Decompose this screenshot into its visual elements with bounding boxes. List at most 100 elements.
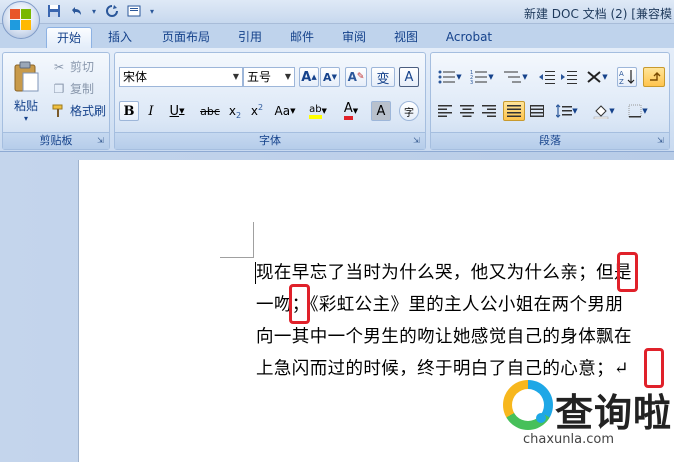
sort-button[interactable]: AZ (617, 67, 637, 87)
copy-button[interactable]: ❐ 复制 (51, 80, 94, 97)
shrink-font-label: A (323, 70, 332, 84)
italic-label: I (148, 103, 154, 119)
bold-label: B (123, 103, 135, 119)
tab-acrobat[interactable]: Acrobat (438, 27, 500, 48)
font-name-value: 宋体 (123, 70, 148, 84)
increase-indent-icon (561, 71, 577, 84)
bold-button[interactable]: B (119, 101, 139, 121)
paste-button[interactable]: 粘贴 ▾ (7, 57, 45, 127)
align-center-button[interactable] (457, 101, 477, 121)
font-name-dropdown[interactable]: 宋体 ▼ (119, 67, 243, 87)
align-center-icon (460, 105, 474, 117)
chevron-down-icon[interactable]: ▾ (90, 3, 98, 19)
shrink-font-button[interactable]: A ▼ (320, 67, 340, 87)
strikethrough-label: abc (200, 104, 220, 118)
redo-icon[interactable] (104, 3, 120, 19)
search-logo-icon (503, 380, 553, 430)
character-border-button[interactable]: A (399, 67, 419, 87)
format-painter-label: 格式刷 (70, 104, 107, 118)
justify-button[interactable] (503, 101, 525, 121)
enclose-characters-button[interactable]: 字 (399, 101, 419, 121)
clear-format-label: A (347, 70, 357, 84)
save-icon[interactable] (46, 3, 62, 19)
highlight-button[interactable]: ab ▼ (303, 101, 333, 121)
shading-button[interactable]: ▼ (589, 101, 619, 121)
cut-button[interactable]: ✂ 剪切 (51, 58, 94, 75)
font-group: 宋体 ▼ 五号 ▼ A ▲ A ▼ A ✎ 变 A B I U ▼ abc x … (114, 52, 426, 150)
bullets-button[interactable]: ▼ (435, 67, 465, 87)
window-title: 新建 DOC 文档 (2) [兼容模 (523, 7, 672, 21)
margin-corner-mark (253, 222, 254, 258)
tab-mailings[interactable]: 邮件 (280, 27, 324, 48)
chevron-down-icon: ▼ (232, 72, 240, 81)
chinese-layout-button[interactable]: ▼ (583, 67, 611, 87)
show-marks-button[interactable] (643, 67, 665, 87)
clear-format-button[interactable]: A ✎ (345, 67, 367, 87)
line-spacing-button[interactable]: ▼ (553, 101, 581, 121)
align-left-button[interactable] (435, 101, 455, 121)
office-logo-icon (10, 9, 32, 31)
paste-label: 粘贴 (13, 99, 38, 113)
character-shading-button[interactable]: A (371, 101, 391, 121)
margin-corner-mark (220, 257, 254, 258)
chinese-layout-icon (587, 71, 601, 83)
document-line-2[interactable]: 一吻；《彩虹公主》里的主人公小姐在两个男朋 (256, 291, 623, 316)
strikethrough-button[interactable]: abc (197, 101, 223, 121)
distributed-icon (530, 105, 544, 117)
increase-indent-button[interactable] (559, 67, 579, 87)
decrease-indent-button[interactable] (537, 67, 557, 87)
justify-icon (507, 105, 521, 117)
customize-icon[interactable]: ▾ (148, 3, 156, 19)
superscript-button[interactable]: x2 (247, 101, 267, 121)
numbering-button[interactable]: 123 ▼ (467, 67, 497, 87)
distributed-button[interactable] (527, 101, 547, 121)
dialog-launcher-icon[interactable]: ⇲ (657, 137, 666, 146)
undo-icon[interactable] (68, 3, 84, 19)
multilevel-list-button[interactable]: ▼ (501, 67, 531, 87)
tab-insert[interactable]: 插入 (98, 27, 142, 48)
semicolon-highlight-box (289, 284, 310, 324)
ribbon-tabs: 开始 插入 页面布局 引用 邮件 审阅 视图 Acrobat (0, 24, 674, 48)
dialog-launcher-icon[interactable]: ⇲ (413, 137, 422, 146)
format-painter-button[interactable]: 格式刷 (51, 102, 106, 119)
character-border-label: A (404, 69, 414, 85)
decrease-indent-icon (539, 71, 555, 84)
print-icon[interactable] (126, 3, 142, 19)
paint-bucket-icon (594, 105, 609, 119)
italic-button[interactable]: I (141, 101, 161, 121)
clipboard-group: 粘贴 ▾ ✂ 剪切 ❐ 复制 格式刷 剪贴板 ⇲ (2, 52, 110, 150)
tab-review[interactable]: 审阅 (332, 27, 376, 48)
font-group-label: 字体 (115, 132, 425, 149)
tab-page-layout[interactable]: 页面布局 (152, 27, 220, 48)
tab-view[interactable]: 视图 (384, 27, 428, 48)
underline-button[interactable]: U ▼ (163, 101, 191, 121)
font-size-dropdown[interactable]: 五号 ▼ (243, 67, 295, 87)
copy-icon: ❐ (53, 81, 65, 96)
tab-home[interactable]: 开始 (46, 27, 92, 48)
document-line-3[interactable]: 向一其中一个男生的吻让她感觉自己的身体飘在 (256, 323, 632, 348)
semicolon-highlight-box (617, 252, 638, 292)
borders-button[interactable]: ▼ (623, 101, 653, 121)
grow-font-button[interactable]: A ▲ (299, 67, 319, 87)
office-button[interactable] (2, 1, 40, 39)
underline-label: U (169, 103, 180, 119)
align-right-button[interactable] (479, 101, 499, 121)
svg-text:A: A (619, 70, 624, 78)
document-line-1[interactable]: 现在早忘了当时为什么哭，他又为什么亲；但是 (256, 259, 632, 284)
chevron-down-icon: ▼ (284, 72, 292, 81)
clipboard-group-label: 剪贴板 (3, 132, 109, 149)
dialog-launcher-icon[interactable]: ⇲ (97, 137, 106, 146)
bullet-list-icon (438, 70, 456, 84)
sort-icon: AZ (619, 70, 635, 85)
watermark-logo: 查询啦 chaxunla.com (503, 374, 673, 462)
change-case-button[interactable]: Aa ▼ (271, 101, 299, 121)
tab-references[interactable]: 引用 (228, 27, 272, 48)
character-shading-label: A (376, 103, 386, 119)
enclose-characters-label: 字 (404, 107, 414, 119)
font-color-button[interactable]: A ▼ (337, 101, 365, 121)
watermark-domain: chaxunla.com (523, 432, 614, 447)
paragraph-group: ▼ 123 ▼ ▼ ▼ AZ ▼ ▼ ▼ 段落 ⇲ (430, 52, 670, 150)
watermark-title: 查询啦 (555, 391, 673, 435)
subscript-button[interactable]: x2 (225, 101, 245, 121)
phonetic-guide-button[interactable]: 变 (371, 67, 395, 87)
